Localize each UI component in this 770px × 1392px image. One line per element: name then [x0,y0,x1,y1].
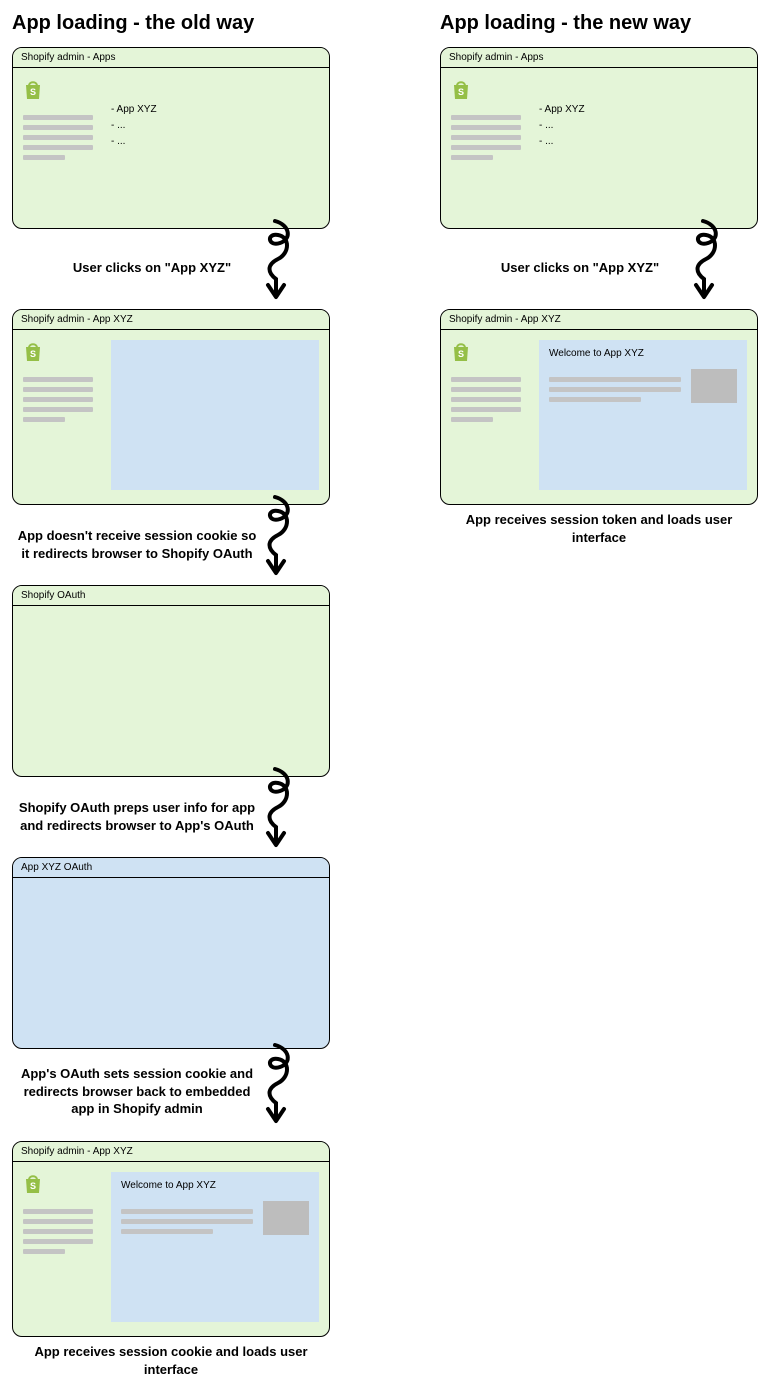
embedded-iframe-loaded: Welcome to App XYZ [111,1172,319,1322]
embedded-iframe-loaded: Welcome to App XYZ [539,340,747,490]
embedded-iframe-empty [111,340,319,490]
nav-placeholder [23,377,93,382]
nav-placeholder [23,1209,93,1214]
shopify-icon [451,340,471,362]
column-new-way: App loading - the new way Shopify admin … [440,12,758,1378]
curly-arrow-icon [678,215,728,307]
caption: App doesn't receive session cookie so it… [12,527,262,562]
panel-title: Shopify admin - App XYZ [441,310,757,330]
heading-old: App loading - the old way [12,12,330,35]
nav-placeholder [23,125,93,130]
nav-placeholder [23,145,93,150]
sidebar [23,1172,93,1322]
content-placeholder [549,377,681,382]
nav-placeholder [451,417,493,422]
nav-placeholder [23,387,93,392]
curly-arrow-icon [250,1035,300,1135]
nav-placeholder [451,115,521,120]
content-placeholder [121,1229,213,1234]
nav-placeholder [451,407,521,412]
list-item: - ... [111,134,319,150]
content-placeholder [121,1209,253,1214]
curly-arrow-icon [250,491,300,583]
panel-title: Shopify admin - Apps [441,48,757,68]
final-caption-old: App receives session cookie and loads us… [12,1343,330,1378]
panel-title: Shopify OAuth [13,586,329,606]
caption: User clicks on "App XYZ" [12,259,262,277]
nav-placeholder [23,407,93,412]
step-arrow-new-1: User clicks on "App XYZ" [440,233,758,303]
sidebar [23,78,93,214]
shopify-icon [23,340,43,362]
curly-arrow-icon [250,763,300,855]
sidebar [451,340,521,490]
step-arrow-2: App doesn't receive session cookie so it… [12,509,330,579]
panel-old-app-loaded: Shopify admin - App XYZ Welcome to App X… [12,1141,330,1337]
nav-placeholder [451,125,521,130]
step-arrow-4: App's OAuth sets session cookie and redi… [12,1053,330,1135]
panel-old-apps: Shopify admin - Apps - App XYZ - ... - [12,47,330,229]
panel-title: Shopify admin - Apps [13,48,329,68]
nav-placeholder [451,155,493,160]
panel-old-app-oauth: App XYZ OAuth [12,857,330,1049]
caption: User clicks on "App XYZ" [440,259,690,277]
shopify-icon [23,1172,43,1194]
nav-placeholder [23,1219,93,1224]
content-placeholder [121,1219,253,1224]
sidebar [23,340,93,490]
apps-list: - App XYZ - ... - ... [539,78,747,214]
nav-placeholder [451,397,521,402]
step-arrow-3: Shopify OAuth preps user info for app an… [12,781,330,851]
list-item: - ... [539,118,747,134]
panel-new-apps: Shopify admin - Apps - App XYZ - ... - [440,47,758,229]
iframe-welcome: Welcome to App XYZ [121,1180,309,1191]
image-placeholder [691,369,737,403]
panel-new-app-loaded: Shopify admin - App XYZ Welcome to App X… [440,309,758,505]
nav-placeholder [23,1239,93,1244]
list-item: - ... [539,134,747,150]
nav-placeholder [451,377,521,382]
heading-new: App loading - the new way [440,12,758,35]
nav-placeholder [23,397,93,402]
step-arrow-1: User clicks on "App XYZ" [12,233,330,303]
nav-placeholder [23,1249,65,1254]
nav-placeholder [451,387,521,392]
oauth-body [13,606,329,776]
list-item: - App XYZ [111,102,319,118]
apps-list: - App XYZ - ... - ... [111,78,319,214]
nav-placeholder [23,135,93,140]
iframe-welcome: Welcome to App XYZ [549,348,737,359]
content-placeholder [549,387,681,392]
nav-placeholder [451,145,521,150]
panel-title: App XYZ OAuth [13,858,329,878]
panel-old-app-empty: Shopify admin - App XYZ [12,309,330,505]
nav-placeholder [451,135,521,140]
final-caption-new: App receives session token and loads use… [440,511,758,546]
shopify-icon [451,78,471,100]
caption: App's OAuth sets session cookie and redi… [12,1065,262,1118]
shopify-icon [23,78,43,100]
panel-old-shopify-oauth: Shopify OAuth [12,585,330,777]
curly-arrow-icon [250,215,300,307]
nav-placeholder [23,417,65,422]
panel-title: Shopify admin - App XYZ [13,310,329,330]
nav-placeholder [23,115,93,120]
sidebar [451,78,521,214]
image-placeholder [263,1201,309,1235]
caption: Shopify OAuth preps user info for app an… [12,799,262,834]
nav-placeholder [23,1229,93,1234]
content-placeholder [549,397,641,402]
list-item: - App XYZ [539,102,747,118]
oauth-body [13,878,329,1048]
nav-placeholder [23,155,65,160]
list-item: - ... [111,118,319,134]
panel-title: Shopify admin - App XYZ [13,1142,329,1162]
column-old-way: App loading - the old way Shopify admin … [12,12,330,1378]
